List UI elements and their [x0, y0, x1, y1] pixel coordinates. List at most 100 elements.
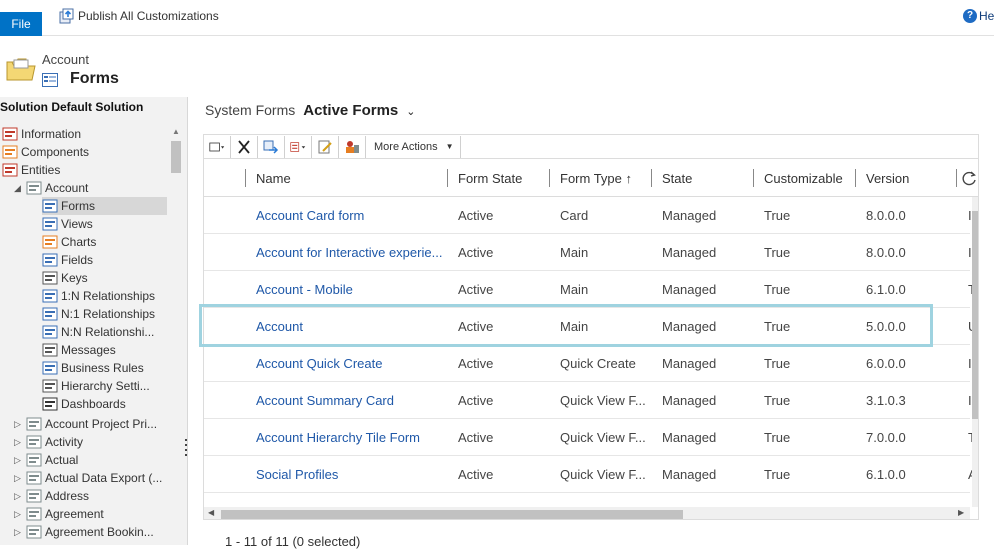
sidebar-item-activity[interactable]: Activity — [26, 433, 83, 451]
sidebar-item-hierarchy-setti[interactable]: Hierarchy Setti... — [42, 377, 150, 395]
column-separator[interactable] — [651, 169, 652, 187]
column-separator[interactable] — [245, 169, 246, 187]
table-cell: Card — [560, 208, 589, 223]
column-header-version[interactable]: Version — [866, 171, 909, 186]
sidebar-item-address[interactable]: Address — [26, 487, 89, 505]
scroll-right-arrow[interactable]: ▶ — [958, 508, 964, 517]
sidebar-item-actual-data-export[interactable]: Actual Data Export (... — [26, 469, 162, 487]
system-forms-label: System Forms — [205, 102, 296, 118]
view-options-button[interactable] — [204, 135, 231, 158]
more-actions-button[interactable]: More Actions ▼ — [366, 141, 460, 153]
sidebar-item-components[interactable]: Components — [2, 143, 89, 161]
horizontal-scrollbar-thumb[interactable] — [221, 510, 683, 519]
tree-expander-21[interactable]: ▷ — [14, 509, 24, 520]
sidebar-item-keys[interactable]: Keys — [42, 269, 88, 287]
column-header-form-state[interactable]: Form State — [458, 171, 522, 186]
manage-roles-button[interactable] — [339, 135, 366, 158]
sidebar-item-agreement[interactable]: Agreement — [26, 505, 104, 523]
tree-expander-17[interactable]: ▷ — [14, 437, 24, 448]
form-name-link[interactable]: Account — [256, 319, 442, 334]
tree-expander-16[interactable]: ▷ — [14, 419, 24, 430]
tree-expander-3[interactable]: ◢ — [14, 183, 24, 194]
table-row[interactable]: Account Summary Card Active Quick View F..… — [204, 382, 972, 419]
help-button[interactable]: ? He — [963, 9, 994, 23]
form-name-link[interactable]: Account - Mobile — [256, 282, 442, 297]
vertical-scrollbar-thumb[interactable] — [972, 211, 978, 419]
table-row[interactable]: Account Quick Create Active Quick Create Ma… — [204, 345, 972, 382]
table-row[interactable]: Account - Mobile Active Main Managed True 6.1… — [204, 271, 974, 308]
scroll-up-arrow[interactable]: ▲ — [172, 127, 180, 136]
publish-all-button[interactable]: Publish All Customizations — [58, 8, 219, 24]
table-cell: 6.0.0.0 — [866, 356, 906, 371]
sidebar-item-forms[interactable]: Forms — [42, 197, 167, 215]
export-button[interactable] — [285, 135, 312, 158]
properties-icon — [318, 140, 332, 153]
sidebar-item-agreement-bookin[interactable]: Agreement Bookin... — [26, 523, 154, 541]
column-header-customizable[interactable]: Customizable — [764, 171, 843, 186]
form-name-link[interactable]: Account for Interactive experie... — [256, 245, 442, 260]
sidebar-item-n-n-relationshi[interactable]: N:N Relationshi... — [42, 323, 154, 341]
table-cell: Active — [458, 245, 494, 260]
table-row[interactable]: AccountActiveMainManagedTrue5.0.0.0U — [204, 308, 974, 345]
relationship-icon — [42, 289, 58, 303]
assign-button[interactable] — [258, 135, 285, 158]
column-header-form-type[interactable]: Form Type ↑ — [560, 171, 632, 186]
column-separator[interactable] — [753, 169, 754, 187]
tree-expander-22[interactable]: ▷ — [14, 527, 24, 538]
splitter-grip[interactable] — [185, 439, 187, 457]
sidebar-item-dashboards[interactable]: Dashboards — [42, 395, 126, 413]
scroll-left-arrow[interactable]: ◀ — [208, 508, 214, 517]
sidebar-item-information[interactable]: Information — [2, 125, 81, 143]
delete-button[interactable] — [231, 135, 258, 158]
sidebar-item-views[interactable]: Views — [42, 215, 93, 233]
sidebar-item-business-rules[interactable]: Business Rules — [42, 359, 144, 377]
sidebar-item-label: Charts — [61, 235, 97, 249]
sidebar-item-fields[interactable]: Fields — [42, 251, 93, 269]
tree-expander-19[interactable]: ▷ — [14, 473, 24, 484]
column-header-name[interactable]: Name — [256, 171, 291, 186]
tree-expander-20[interactable]: ▷ — [14, 491, 24, 502]
sidebar-item-label: Keys — [61, 271, 88, 285]
entity-name: Account — [42, 52, 89, 67]
column-separator[interactable] — [956, 169, 957, 187]
table-cell: True — [764, 356, 791, 371]
table-row[interactable]: Account for Interactive experie... Active… — [204, 234, 972, 271]
table-cell: 6.1.0.0 — [866, 467, 906, 482]
form-name-link[interactable]: Account Quick Create — [256, 356, 442, 371]
sidebar-item-account-project-pri[interactable]: Account Project Pri... — [26, 415, 157, 433]
sidebar-item-label: Information — [21, 127, 82, 141]
refresh-icon[interactable] — [960, 170, 978, 188]
sidebar-item-entities[interactable]: Entities — [2, 161, 60, 179]
sidebar-scrollbar-thumb[interactable] — [171, 141, 181, 173]
properties-button[interactable] — [312, 135, 339, 158]
sidebar-item-label: Actual — [45, 453, 79, 467]
file-button[interactable]: File — [0, 12, 42, 36]
form-name-link[interactable]: Account Summary Card — [256, 393, 442, 408]
entity-icon — [26, 181, 42, 195]
column-header-state[interactable]: State — [662, 171, 692, 186]
table-cell: Main — [560, 319, 589, 334]
form-name-link[interactable]: Account Card form — [256, 208, 442, 223]
form-name-link[interactable]: Social Profiles — [256, 467, 442, 482]
tree-expander-18[interactable]: ▷ — [14, 455, 24, 466]
table-row[interactable]: Account Card form Active Card Managed True 8.… — [204, 197, 972, 234]
entity-icon — [26, 471, 42, 485]
sidebar-item-messages[interactable]: Messages — [42, 341, 116, 359]
view-selector[interactable]: System Forms Active Forms ⌄ — [205, 102, 416, 119]
column-separator[interactable] — [855, 169, 856, 187]
sidebar-item-1-n-relationships[interactable]: 1:N Relationships — [42, 287, 155, 305]
table-cell: Managed — [662, 356, 717, 371]
column-separator[interactable] — [549, 169, 550, 187]
sidebar-item-charts[interactable]: Charts — [42, 233, 96, 251]
table-cell: Managed — [662, 208, 717, 223]
form-name-link[interactable]: Account Hierarchy Tile Form — [256, 430, 442, 445]
sidebar-item-actual[interactable]: Actual — [26, 451, 78, 469]
sidebar-item-account[interactable]: Account — [26, 179, 88, 197]
sidebar-item-label: Business Rules — [61, 361, 144, 375]
sidebar-item-label: Components — [21, 145, 90, 159]
entity-icon — [26, 417, 42, 431]
table-row[interactable]: Account Hierarchy Tile Form Active Quick V… — [204, 419, 974, 456]
column-separator[interactable] — [447, 169, 448, 187]
sidebar-item-n-1-relationships[interactable]: N:1 Relationships — [42, 305, 155, 323]
table-row[interactable]: Social Profiles Active Quick View F... Mana… — [204, 456, 974, 493]
